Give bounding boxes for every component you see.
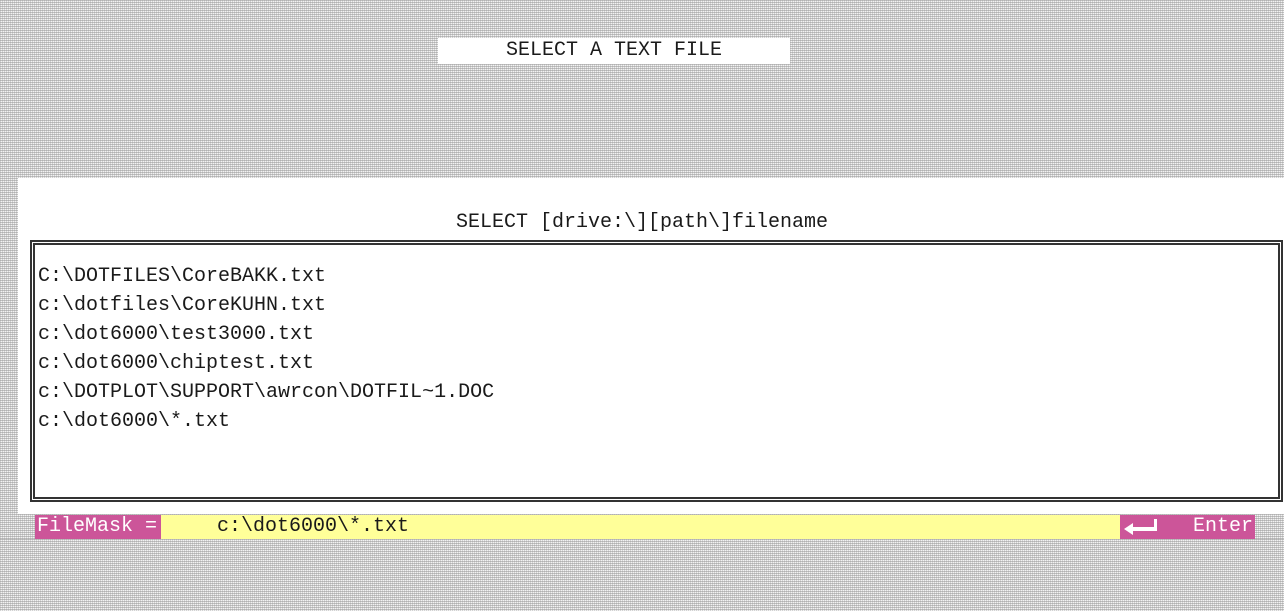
select-prompt: SELECT [drive:\][path\]filename — [455, 211, 829, 234]
file-list-item[interactable]: c:\dot6000\*.txt — [38, 407, 494, 436]
enter-label: Enter — [1192, 515, 1253, 538]
enter-button[interactable]: Enter — [1120, 515, 1255, 539]
file-select-panel: SELECT [drive:\][path\]filename C:\DOTFI… — [18, 178, 1284, 514]
file-list-item[interactable]: c:\DOTPLOT\SUPPORT\awrcon\DOTFIL~1.DOC — [38, 378, 494, 407]
file-list-item[interactable]: c:\dot6000\test3000.txt — [38, 320, 494, 349]
file-list-item[interactable]: C:\DOTFILES\CoreBAKK.txt — [38, 262, 494, 291]
file-list: C:\DOTFILES\CoreBAKK.txt c:\dotfiles\Cor… — [38, 262, 494, 436]
dialog-title: SELECT A TEXT FILE — [438, 38, 790, 64]
file-list-item[interactable]: c:\dotfiles\CoreKUHN.txt — [38, 291, 494, 320]
filemask-bar: FileMask = c:\dot6000\*.txt Enter — [35, 515, 1255, 539]
file-list-item[interactable]: c:\dot6000\chiptest.txt — [38, 349, 494, 378]
file-list-box: C:\DOTFILES\CoreBAKK.txt c:\dotfiles\Cor… — [30, 240, 1283, 502]
filemask-input[interactable]: c:\dot6000\*.txt — [217, 515, 409, 539]
filemask-label: FileMask = — [35, 515, 162, 539]
enter-arrow-icon — [1124, 519, 1157, 535]
